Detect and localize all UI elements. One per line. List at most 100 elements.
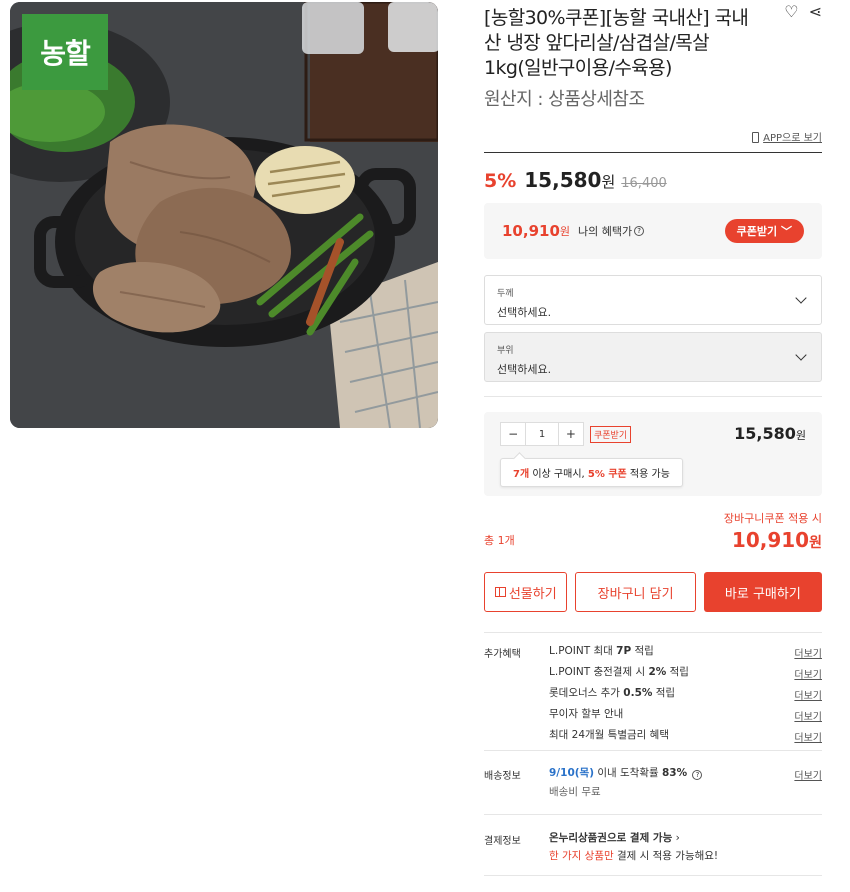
benefit-text: L.POINT 최대 — [549, 645, 617, 657]
tooltip-coupon: 5% 쿠폰 — [587, 469, 627, 480]
select-value: 선택하세요. — [497, 306, 552, 319]
coupon-tag[interactable]: 쿠폰받기 — [590, 426, 632, 443]
select-label: 부위 — [497, 346, 514, 356]
product-origin: 원산지 : 상품상세참조 — [484, 89, 645, 110]
delivery-line: 9/10(목) 이내 도착확률 83% ? — [549, 764, 822, 783]
benefit-bold: 0.5% — [623, 687, 653, 699]
benefit-box: 10,910 원 나의 혜택가 ? 쿠폰받기 ﹀ — [484, 203, 822, 259]
more-link[interactable]: 더보기 — [794, 666, 822, 681]
logo-text: 농할 — [40, 37, 91, 70]
benefit-text: 적립 — [631, 645, 654, 657]
payment-rest: 결제 시 적용 가능해요! — [613, 850, 719, 862]
quantity-box: − 1 + 쿠폰받기 15,580원 7개 이상 구매시, 5% 쿠폰 적용 가… — [484, 412, 822, 496]
list-item: 롯데오너스 추가 0.5% 적립 — [549, 683, 822, 704]
extra-benefits-section: 추가혜택 L.POINT 최대 7P 적립 L.POINT 충전결제 시 2% … — [484, 632, 822, 750]
select-label: 두께 — [497, 289, 514, 299]
payment-info: 온누리상품권으로 결제 가능 › 한 가지 상품만 결제 시 적용 가능해요! — [549, 829, 822, 865]
coupon-button-label: 쿠폰받기 — [736, 225, 778, 238]
chevron-right-icon: › — [675, 832, 680, 844]
discount-rate: 5% — [484, 170, 517, 192]
benefit-text: 적립 — [666, 666, 689, 678]
original-price: 16,400 — [621, 176, 667, 191]
total-count: 총 1개 — [484, 534, 515, 547]
app-view-link[interactable]: APP으로 보기 — [484, 129, 822, 144]
heart-icon[interactable]: ♡ — [784, 4, 798, 20]
coupon-button[interactable]: 쿠폰받기 ﹀ — [724, 219, 804, 243]
quantity-value[interactable]: 1 — [525, 423, 559, 445]
benefit-label: 나의 혜택가 — [578, 225, 633, 238]
list-item: 최대 24개월 특별금리 혜택 — [549, 725, 822, 746]
total-price-value: 10,910 — [731, 528, 810, 552]
list-item: L.POINT 최대 7P 적립 — [549, 641, 822, 662]
brand-logo: 농할 — [22, 14, 108, 90]
delivery-date: 9/10(목) — [549, 767, 595, 779]
option-price: 15,580원 — [734, 424, 806, 443]
payment-line1: 온누리상품권으로 결제 가능 — [549, 832, 673, 844]
divider — [484, 152, 822, 153]
payment-line[interactable]: 온누리상품권으로 결제 가능 › — [549, 829, 822, 847]
chevron-down-icon: ﹀ — [781, 225, 792, 238]
delivery-info: 9/10(목) 이내 도착확률 83% ? 배송비 무료 — [549, 764, 822, 802]
tooltip-end: 적용 가능 — [626, 469, 670, 480]
gift-button-label: 선물하기 — [508, 586, 557, 602]
delivery-fee: 배송비 무료 — [549, 786, 601, 798]
benefit-bold: 7P — [616, 645, 632, 657]
delivery-head: 배송정보 — [484, 771, 521, 782]
buy-now-button[interactable]: 바로 구매하기 — [703, 572, 822, 612]
divider — [484, 396, 822, 397]
benefit-bold: 2% — [648, 666, 667, 678]
select-value: 선택하세요. — [497, 363, 552, 376]
more-link[interactable]: 더보기 — [794, 687, 822, 702]
benefit-text: 무이자 할부 안내 — [549, 708, 624, 720]
gift-icon — [494, 587, 506, 597]
plus-button[interactable]: + — [559, 423, 583, 445]
total-price: 10,910원 — [732, 528, 822, 552]
info-icon[interactable]: ? — [634, 226, 645, 236]
more-link[interactable]: 더보기 — [794, 645, 822, 660]
delivery-text: 이내 도착확률 — [594, 767, 662, 779]
more-link[interactable]: 더보기 — [794, 708, 822, 723]
gift-button[interactable]: 선물하기 — [484, 572, 568, 612]
phone-icon — [752, 132, 760, 143]
option-price-value: 15,580 — [734, 424, 796, 443]
extra-benefits-list: L.POINT 최대 7P 적립 L.POINT 충전결제 시 2% 적립 롯데… — [549, 641, 822, 746]
payment-section: 결제정보 온누리상품권으로 결제 가능 › 한 가지 상품만 결제 시 적용 가… — [484, 814, 822, 876]
payment-line: 한 가지 상품만 결제 시 적용 가능해요! — [549, 847, 822, 865]
tooltip-text: 이상 구매시, — [529, 469, 588, 480]
payment-highlight: 한 가지 상품만 — [549, 850, 614, 862]
minus-button[interactable]: − — [501, 423, 525, 445]
more-link[interactable]: 더보기 — [794, 729, 822, 744]
list-item: 무이자 할부 안내 — [549, 704, 822, 725]
extra-benefits-head: 추가혜택 — [484, 649, 521, 660]
option-price-currency: 원 — [795, 429, 806, 442]
benefit-text: L.POINT 충전결제 시 — [549, 666, 649, 678]
add-to-cart-button[interactable]: 장바구니 담기 — [575, 572, 696, 612]
total-note: 장바구니쿠폰 적용 시 — [723, 512, 822, 525]
payment-head: 결제정보 — [484, 836, 521, 847]
tooltip-count: 7개 — [513, 469, 530, 480]
benefit-text: 최대 24개월 특별금리 혜택 — [549, 729, 669, 741]
total-area: 장바구니쿠폰 적용 시 총 1개 10,910원 — [484, 510, 822, 572]
app-link-label: APP으로 보기 — [763, 133, 822, 144]
benefit-price: 10,910 — [502, 222, 560, 240]
price-currency: 원 — [601, 173, 616, 191]
benefit-text: 적립 — [652, 687, 676, 699]
delivery-prob: 83% — [662, 767, 688, 779]
current-price: 15,580 — [524, 168, 602, 192]
total-price-currency: 원 — [809, 535, 822, 551]
coupon-tooltip: 7개 이상 구매시, 5% 쿠폰 적용 가능 — [500, 458, 683, 487]
option-select-part[interactable]: 부위 선택하세요. — [484, 332, 822, 382]
info-icon[interactable]: ? — [692, 770, 703, 780]
price-row: 5% 15,580 원 16,400 — [484, 168, 822, 192]
product-image: 농할 — [10, 2, 438, 428]
benefit-text: 롯데오너스 추가 — [549, 687, 624, 699]
list-item: L.POINT 충전결제 시 2% 적립 — [549, 662, 822, 683]
benefit-currency: 원 — [559, 225, 571, 238]
top-actions: ♡ ⋖ — [784, 4, 822, 20]
product-title: [농할30%쿠폰][농할 국내산] 국내산 냉장 앞다리살/삼겹살/목살 1kg… — [484, 7, 749, 79]
share-icon[interactable]: ⋖ — [809, 4, 822, 20]
more-link[interactable]: 더보기 — [794, 767, 822, 782]
product-info-panel: ♡ ⋖ [농할30%쿠폰][농할 국내산] 국내산 냉장 앞다리살/삼겹살/목살… — [484, 0, 822, 876]
option-select-thickness[interactable]: 두께 선택하세요. — [484, 275, 822, 325]
quantity-stepper: − 1 + — [500, 422, 584, 446]
